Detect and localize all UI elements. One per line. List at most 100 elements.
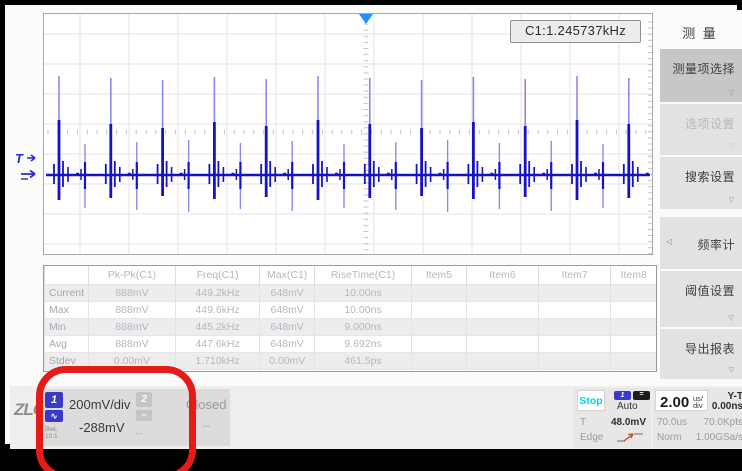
channel2-offset: -- xyxy=(203,421,210,432)
table-cell: 888mV xyxy=(88,285,175,302)
sidebar-item-4[interactable]: 频率计 ◁ xyxy=(660,217,742,269)
column-header: Item7 xyxy=(538,266,611,285)
table-cell: 888mV xyxy=(88,302,175,319)
table-cell: 648mV xyxy=(260,319,315,336)
table-cell xyxy=(611,353,656,370)
measure-menu-sidebar: 测 量 测量项选择▽选项设置▽搜索设置▽频率计◁阈值设置▽导出报表▽ xyxy=(658,10,742,386)
acquire-mode: Norm xyxy=(657,432,681,443)
trigger-mode[interactable]: Auto xyxy=(617,401,638,412)
column-header: Item5 xyxy=(411,266,467,285)
trigger-arrow-icon xyxy=(27,155,35,161)
chevron-down-icon: ▽ xyxy=(729,89,734,97)
sidebar-item-label: 搜索设置 xyxy=(685,168,735,185)
table-cell xyxy=(538,302,611,319)
sidebar-item-label: 阈值设置 xyxy=(685,282,735,299)
table-cell xyxy=(611,370,656,373)
table-cell: 12 xyxy=(176,370,260,373)
table-cell xyxy=(467,336,539,353)
table-cell xyxy=(611,319,656,336)
trigger-level-value: 48.0mV xyxy=(611,417,646,428)
table-cell: 9.692ns xyxy=(315,336,411,353)
row-label: Min xyxy=(45,319,89,336)
table-cell xyxy=(467,370,539,373)
trigger-delay: 0.00ns xyxy=(712,401,742,412)
waveform-svg xyxy=(44,14,652,254)
table-cell: 0.00mV xyxy=(260,353,315,370)
row-label: Avg xyxy=(45,336,89,353)
table-cell: 447.6kHz xyxy=(176,336,260,353)
trigger-source-badge: 1 xyxy=(614,391,631,400)
row-label: Stdev xyxy=(45,353,89,370)
sidebar-item-5[interactable]: 阈值设置▽ xyxy=(660,271,742,327)
status-bar: ZLG® 1 ∿ BwL10:1 200mV/div -288mV 2 − -:… xyxy=(10,386,742,449)
table-cell: 888mV xyxy=(88,336,175,353)
column-header: Freq(C1) xyxy=(176,266,260,285)
waveform-display[interactable] xyxy=(43,13,653,255)
channel1-offset: -288mV xyxy=(79,420,125,435)
table-cell xyxy=(538,319,611,336)
table-row: Current888mV449.2kHz648mV10.00ns xyxy=(45,285,657,302)
column-header: Max(C1) xyxy=(260,266,315,285)
table-cell: 1.710kHz xyxy=(176,353,260,370)
channel1-bandwidth-label: BwL10:1 xyxy=(45,426,58,440)
table-cell: 449.2kHz xyxy=(176,285,260,302)
record-span: 70.0us xyxy=(657,417,687,428)
table-cell xyxy=(538,353,611,370)
table-cell: 888mV xyxy=(88,319,175,336)
table-cell xyxy=(467,285,539,302)
table-cell: 648mV xyxy=(260,285,315,302)
rising-edge-icon xyxy=(616,431,644,444)
sidebar-item-3[interactable]: 搜索设置▽ xyxy=(660,157,742,209)
channel1-badge: 1 xyxy=(45,392,63,408)
table-cell xyxy=(467,319,539,336)
channel2-badge: 2 xyxy=(136,392,152,407)
column-header xyxy=(45,266,89,285)
table-row: Count112113 xyxy=(45,370,657,373)
table-cell xyxy=(467,302,539,319)
trigger-level-label: T xyxy=(580,417,586,428)
table-cell: 10.00ns xyxy=(315,285,411,302)
channel1-scale: 200mV/div xyxy=(69,397,130,412)
row-label: Count xyxy=(45,370,89,373)
chevron-left-icon: ◁ xyxy=(666,237,672,246)
timebase-scale-box[interactable]: 2.00 us/ div xyxy=(655,390,708,411)
record-points: 70.0Kpts xyxy=(704,417,742,428)
trigger-level-marker[interactable]: T xyxy=(13,150,43,184)
table-cell xyxy=(467,353,539,370)
timebase-group: 2.00 us/ div Y-T 0.00ns 70.0us 70.0Kpts … xyxy=(653,388,742,448)
table-cell xyxy=(538,285,611,302)
sidebar-item-label: 测量项选择 xyxy=(672,60,735,77)
table-cell: 0.00mV xyxy=(88,353,175,370)
sidebar-item-label: 选项设置 xyxy=(685,115,735,132)
table-cell: 1 xyxy=(260,370,315,373)
sidebar-item-2[interactable]: 选项设置 ▽ xyxy=(660,104,742,155)
sidebar-item-6[interactable]: 导出报表▽ xyxy=(660,329,742,379)
table-cell xyxy=(411,370,467,373)
table-cell xyxy=(611,302,656,319)
table-cell xyxy=(611,285,656,302)
table-cell xyxy=(411,302,467,319)
row-label: Current xyxy=(45,285,89,302)
run-stop-indicator[interactable]: Stop xyxy=(577,390,605,411)
trigger-t-glyph: T xyxy=(15,151,24,166)
sidebar-item-label: 频率计 xyxy=(697,236,735,253)
table-cell: 9.000ns xyxy=(315,319,411,336)
frequency-readout: C1:1.245737kHz xyxy=(510,20,641,43)
channel1-coupling-icon: ∿ xyxy=(45,410,63,422)
column-header: Pk-Pk(C1) xyxy=(88,266,175,285)
table-cell xyxy=(411,353,467,370)
trigger-position-marker[interactable] xyxy=(359,14,373,24)
table-cell: 1 xyxy=(88,370,175,373)
table-row: Stdev0.00mV1.710kHz0.00mV461.5ps xyxy=(45,353,657,370)
trigger-type-label: Edge xyxy=(580,432,603,443)
table-row: Min888mV445.2kHz648mV9.000ns xyxy=(45,319,657,336)
column-header: Item6 xyxy=(467,266,539,285)
sidebar-item-1[interactable]: 测量项选择 ▽ xyxy=(660,49,742,102)
trigger-status-group: Stop 1 = Auto T 48.0mV Edge xyxy=(574,388,651,448)
chevron-down-icon: ▽ xyxy=(729,142,734,150)
main-content-area: C1:1.245737kHz T Pk-Pk(C1)Freq(C1)Max(C1… xyxy=(5,5,737,444)
table-cell: 461.5ps xyxy=(315,353,411,370)
column-header: Item8 xyxy=(611,266,656,285)
table-cell: 445.2kHz xyxy=(176,319,260,336)
channel2-off-badge: = xyxy=(633,391,650,400)
